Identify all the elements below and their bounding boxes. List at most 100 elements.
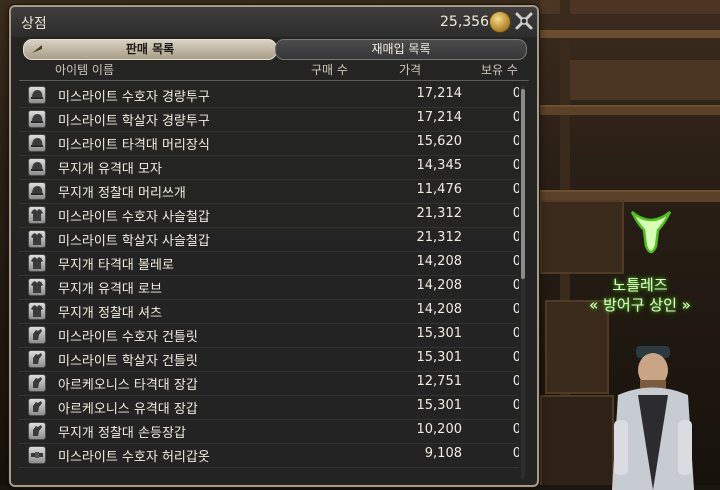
item-price: 12,751 — [416, 374, 463, 389]
item-name: 미스라이트 학살자 건틀릿 — [58, 354, 198, 369]
header-divider — [19, 80, 529, 81]
item-name: 무지개 유격대 로브 — [58, 282, 162, 297]
helmet-icon — [28, 86, 46, 104]
item-owned-count: 0 — [465, 86, 519, 101]
item-row[interactable]: 미스라이트 학살자 건틀릿 15,3010 — [19, 347, 519, 372]
gauntlet-icon — [28, 422, 46, 440]
tab-buyback-list[interactable]: 재매입 목록 — [275, 39, 527, 60]
tab-sell-list[interactable]: 판매 목록 — [23, 39, 277, 60]
item-row[interactable]: 미스라이트 수호자 경량투구 17,2140 — [19, 83, 519, 108]
item-row[interactable]: 무지개 정찰대 머리쓰개 11,4760 — [19, 179, 519, 204]
item-name: 미스라이트 수호자 허리갑옷 — [58, 450, 210, 465]
item-owned-count: 0 — [465, 398, 519, 413]
item-price: 11,476 — [416, 182, 463, 197]
item-list: 미스라이트 수호자 경량투구17,2140미스라이트 학살자 경량투구17,21… — [19, 83, 519, 483]
item-price: 17,214 — [416, 110, 463, 125]
item-name: 미스라이트 타격대 머리장식 — [58, 138, 210, 153]
item-price: 15,620 — [416, 134, 463, 149]
gauntlet-icon — [28, 326, 46, 344]
item-owned-count: 0 — [465, 230, 519, 245]
item-row[interactable]: 무지개 정찰대 손등장갑 10,2000 — [19, 419, 519, 444]
item-owned-count: 0 — [465, 134, 519, 149]
settings-tool-icon[interactable] — [514, 11, 534, 31]
item-owned-count: 0 — [465, 206, 519, 221]
item-price: 10,200 — [416, 422, 463, 437]
body-armor-icon — [28, 230, 46, 248]
item-name: 아르케오니스 타격대 장갑 — [58, 378, 198, 393]
npc-target-marker-icon — [630, 211, 672, 254]
item-price: 9,108 — [424, 446, 462, 461]
item-price: 14,345 — [416, 158, 463, 173]
item-row[interactable]: 아르케오니스 유격대 장갑 15,3010 — [19, 395, 519, 420]
tab-buyback-list-label: 재매입 목록 — [371, 42, 431, 56]
body-armor-icon — [28, 278, 46, 296]
item-owned-count: 0 — [465, 254, 519, 269]
item-row[interactable]: 무지개 유격대 로브 14,2080 — [19, 275, 519, 300]
window-titlebar[interactable]: 상점 25,356 — [11, 7, 537, 37]
helmet-icon — [28, 110, 46, 128]
gauntlet-icon — [28, 374, 46, 392]
item-price: 15,301 — [416, 350, 463, 365]
gauntlet-icon — [28, 398, 46, 416]
gil-amount: 25,356 — [440, 14, 489, 30]
item-name: 무지개 유격대 모자 — [58, 162, 162, 177]
item-name: 미스라이트 학살자 사슬철갑 — [58, 234, 210, 249]
shop-tabs: 판매 목록 재매입 목록 — [19, 39, 529, 60]
item-name: 아르케오니스 유격대 장갑 — [58, 402, 198, 417]
shop-window: 상점 25,356 판매 목록 재매입 목록 아이템 이름 구매 수 가격 보유… — [9, 5, 539, 487]
item-price: 15,301 — [416, 398, 463, 413]
column-header-purchase-qty[interactable]: 구매 수 — [311, 61, 348, 79]
item-price: 14,208 — [416, 278, 463, 293]
item-owned-count: 0 — [465, 302, 519, 317]
column-header-price[interactable]: 가격 — [399, 61, 421, 79]
item-row[interactable]: 무지개 타격대 볼레로 14,2080 — [19, 251, 519, 276]
npc-name: 노틀레즈 — [612, 276, 668, 294]
item-owned-count: 0 — [465, 350, 519, 365]
scrollbar-thumb[interactable] — [521, 89, 525, 279]
column-header-owned[interactable]: 보유 수 — [481, 61, 518, 79]
item-row[interactable]: 미스라이트 수호자 사슬철갑 21,3120 — [19, 203, 519, 228]
window-title: 상점 — [21, 16, 47, 32]
column-header-item-name[interactable]: 아이템 이름 — [55, 61, 114, 79]
item-owned-count: 0 — [465, 110, 519, 125]
item-owned-count: 0 — [465, 446, 519, 461]
item-row[interactable]: 무지개 유격대 모자 14,3450 — [19, 155, 519, 180]
body-armor-icon — [28, 302, 46, 320]
item-price: 21,312 — [416, 230, 463, 245]
npc-title: « 방어구 상인 » — [589, 296, 691, 314]
item-name: 무지개 정찰대 머리쓰개 — [58, 186, 186, 201]
helmet-icon — [28, 182, 46, 200]
item-price: 15,301 — [416, 326, 463, 341]
gauntlet-icon — [28, 350, 46, 368]
item-price: 14,208 — [416, 302, 463, 317]
npc-nameplate: 노틀레즈 « 방어구 상인 » — [560, 275, 720, 315]
helmet-icon — [28, 158, 46, 176]
item-row[interactable]: 미스라이트 타격대 머리장식 15,6200 — [19, 131, 519, 156]
item-name: 무지개 정찰대 손등장갑 — [58, 426, 186, 441]
item-price: 17,214 — [416, 86, 463, 101]
npc-character[interactable] — [608, 340, 698, 490]
helmet-icon — [28, 134, 46, 152]
item-row[interactable]: 미스라이트 수호자 건틀릿 15,3010 — [19, 323, 519, 348]
item-price: 14,208 — [416, 254, 463, 269]
item-name: 미스라이트 수호자 사슬철갑 — [58, 210, 210, 225]
item-name: 무지개 타격대 볼레로 — [58, 258, 174, 273]
item-row[interactable]: 미스라이트 학살자 경량투구 17,2140 — [19, 107, 519, 132]
item-name: 미스라이트 학살자 경량투구 — [58, 114, 210, 129]
tab-sell-list-label: 판매 목록 — [125, 42, 175, 56]
item-owned-count: 0 — [465, 374, 519, 389]
item-name: 미스라이트 수호자 경량투구 — [58, 90, 210, 105]
item-owned-count: 0 — [465, 158, 519, 173]
gil-coin-icon — [489, 11, 511, 33]
item-row[interactable]: 미스라이트 학살자 사슬철갑 21,3120 — [19, 227, 519, 252]
belt-icon — [28, 446, 46, 464]
item-owned-count: 0 — [465, 278, 519, 293]
item-row[interactable]: 미스라이트 수호자 허리갑옷 9,1080 — [19, 443, 519, 468]
item-owned-count: 0 — [465, 326, 519, 341]
item-price: 21,312 — [416, 206, 463, 221]
body-armor-icon — [28, 206, 46, 224]
item-row[interactable]: 아르케오니스 타격대 장갑 12,7510 — [19, 371, 519, 396]
body-armor-icon — [28, 254, 46, 272]
item-row[interactable]: 무지개 정찰대 셔츠 14,2080 — [19, 299, 519, 324]
item-owned-count: 0 — [465, 422, 519, 437]
